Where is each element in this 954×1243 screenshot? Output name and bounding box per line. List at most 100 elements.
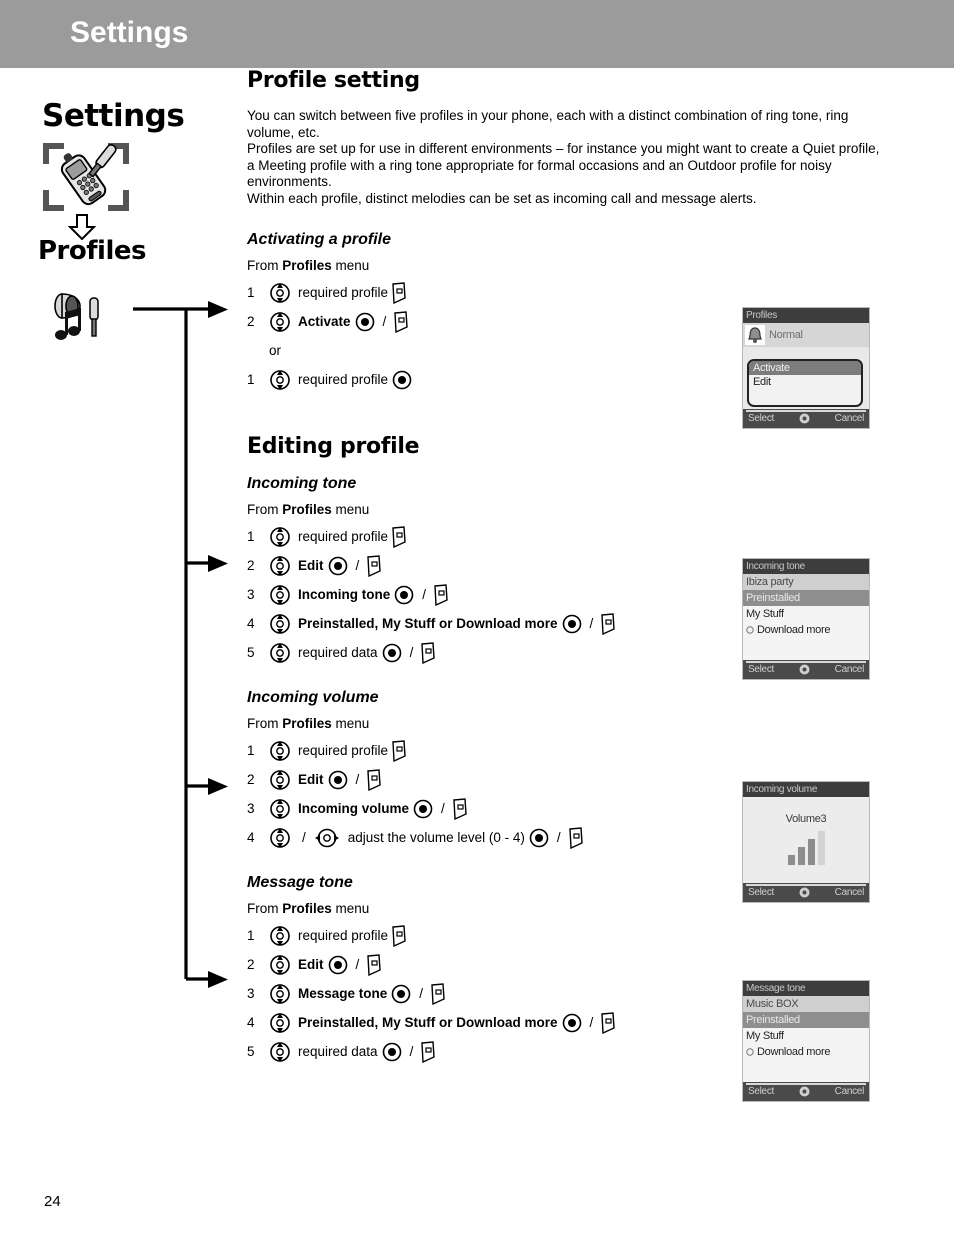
nav-updown-icon[interactable] [269, 642, 291, 664]
separator-slash: / [409, 1044, 414, 1059]
nav-updown-icon[interactable] [269, 925, 291, 947]
from-bold: Profiles [282, 716, 332, 731]
phone-screwdriver-icon [43, 143, 129, 211]
current-tone-row[interactable]: Music BOX [743, 996, 869, 1012]
center-key-icon[interactable] [799, 413, 810, 424]
step-text: Edit [298, 558, 324, 573]
nav-updown-icon[interactable] [269, 555, 291, 577]
nav-center-icon[interactable] [328, 955, 348, 975]
center-key-icon[interactable] [799, 887, 810, 898]
step-number: 2 [247, 558, 255, 573]
profile-current-row[interactable]: Normal [743, 323, 869, 347]
nav-center-icon[interactable] [562, 1013, 582, 1033]
nav-updown-icon[interactable] [269, 282, 291, 304]
sidebar-title: Settings [42, 98, 185, 134]
nav-updown-icon[interactable] [269, 954, 291, 976]
nav-center-icon[interactable] [413, 799, 433, 819]
center-key-icon[interactable] [799, 1086, 810, 1097]
softkey-cancel[interactable]: Cancel [835, 1086, 865, 1097]
step-text: Preinstalled, My Stuff or Download more [298, 616, 558, 631]
nav-updown-icon[interactable] [269, 1041, 291, 1063]
step-row: 2 Edit / [247, 950, 887, 979]
step-number: 1 [247, 743, 255, 758]
softkey-cancel[interactable]: Cancel [835, 413, 865, 424]
from-bold: Profiles [282, 258, 332, 273]
separator-slash: / [355, 558, 360, 573]
nav-updown-icon[interactable] [269, 827, 291, 849]
softkey-left-icon[interactable] [420, 1040, 436, 1063]
sidebar: Settings Profiles [0, 68, 230, 1243]
softkey-left-icon[interactable] [391, 281, 407, 304]
softkey-left-icon[interactable] [391, 739, 407, 762]
center-key-icon[interactable] [799, 664, 810, 675]
nav-updown-icon[interactable] [269, 369, 291, 391]
nav-center-icon[interactable] [382, 1042, 402, 1062]
nav-center-icon[interactable] [355, 312, 375, 332]
screenshot-incoming-tone: Incoming tone Ibiza party Preinstalled M… [742, 558, 870, 680]
menu-item-edit[interactable]: Edit [749, 375, 861, 389]
nav-updown-icon[interactable] [269, 311, 291, 333]
softkey-left-icon[interactable] [452, 797, 468, 820]
from-suffix: menu [331, 901, 370, 916]
softkey-left-icon[interactable] [391, 924, 407, 947]
softkey-cancel[interactable]: Cancel [835, 664, 865, 675]
nav-updown-icon[interactable] [269, 584, 291, 606]
softkey-left-icon[interactable] [420, 641, 436, 664]
nav-center-icon[interactable] [391, 984, 411, 1004]
nav-center-icon[interactable] [328, 770, 348, 790]
screen-title: Message tone [743, 981, 869, 996]
softkey-left-icon[interactable] [430, 982, 446, 1005]
softkey-select[interactable]: Select [748, 887, 774, 898]
option-preinstalled[interactable]: Preinstalled [743, 590, 869, 606]
nav-center-icon[interactable] [328, 556, 348, 576]
menu-item-activate[interactable]: Activate [749, 361, 861, 375]
softkey-left-icon[interactable] [366, 554, 382, 577]
nav-center-icon[interactable] [392, 370, 412, 390]
option-download-more[interactable]: Download more [743, 1044, 869, 1060]
nav-center-icon[interactable] [562, 614, 582, 634]
volume-bar-graph [743, 831, 869, 865]
softkey-left-icon[interactable] [366, 768, 382, 791]
nav-center-icon[interactable] [529, 828, 549, 848]
softkey-left-icon[interactable] [393, 310, 409, 333]
nav-updown-icon[interactable] [269, 983, 291, 1005]
softkey-left-icon[interactable] [366, 953, 382, 976]
softkey-cancel[interactable]: Cancel [835, 887, 865, 898]
nav-center-icon[interactable] [382, 643, 402, 663]
option-my-stuff[interactable]: My Stuff [743, 1028, 869, 1044]
step-text: Incoming volume [298, 801, 410, 816]
softkey-select[interactable]: Select [748, 1086, 774, 1097]
option-my-stuff[interactable]: My Stuff [743, 606, 869, 622]
separator-slash: / [441, 801, 445, 816]
softkey-left-icon[interactable] [600, 612, 616, 635]
nav-updown-icon[interactable] [269, 613, 291, 635]
nav-leftright-icon[interactable] [314, 828, 340, 848]
step-number: 4 [247, 1015, 255, 1030]
nav-updown-icon[interactable] [269, 769, 291, 791]
separator-slash: / [419, 986, 424, 1001]
softkey-left-icon[interactable] [600, 1011, 616, 1034]
current-tone-row[interactable]: Ibiza party [743, 574, 869, 590]
nav-updown-icon[interactable] [269, 798, 291, 820]
softkey-left-icon[interactable] [391, 525, 407, 548]
step-number: 5 [247, 1044, 255, 1059]
nav-updown-icon[interactable] [269, 740, 291, 762]
context-menu-popup[interactable]: Activate Edit [747, 359, 863, 407]
screenshot-profiles: Profiles Normal Activate Edit Select Can… [742, 307, 870, 429]
nav-center-icon[interactable] [394, 585, 414, 605]
step-number: 4 [247, 616, 255, 631]
step-text: Edit [298, 772, 324, 787]
intro-paragraph: You can switch between five profiles in … [247, 108, 880, 206]
nav-updown-icon[interactable] [269, 526, 291, 548]
nav-updown-icon[interactable] [269, 1012, 291, 1034]
softkey-select[interactable]: Select [748, 413, 774, 424]
option-download-more[interactable]: Download more [743, 622, 869, 638]
step-number: 1 [247, 928, 255, 943]
softkey-left-icon[interactable] [433, 583, 449, 606]
from-profiles-menu-2: From Profiles menu [247, 502, 887, 517]
softkey-select[interactable]: Select [748, 664, 774, 675]
softkey-left-icon[interactable] [568, 826, 584, 849]
option-preinstalled[interactable]: Preinstalled [743, 1012, 869, 1028]
from-suffix: menu [331, 716, 370, 731]
step-number: 1 [247, 372, 255, 387]
